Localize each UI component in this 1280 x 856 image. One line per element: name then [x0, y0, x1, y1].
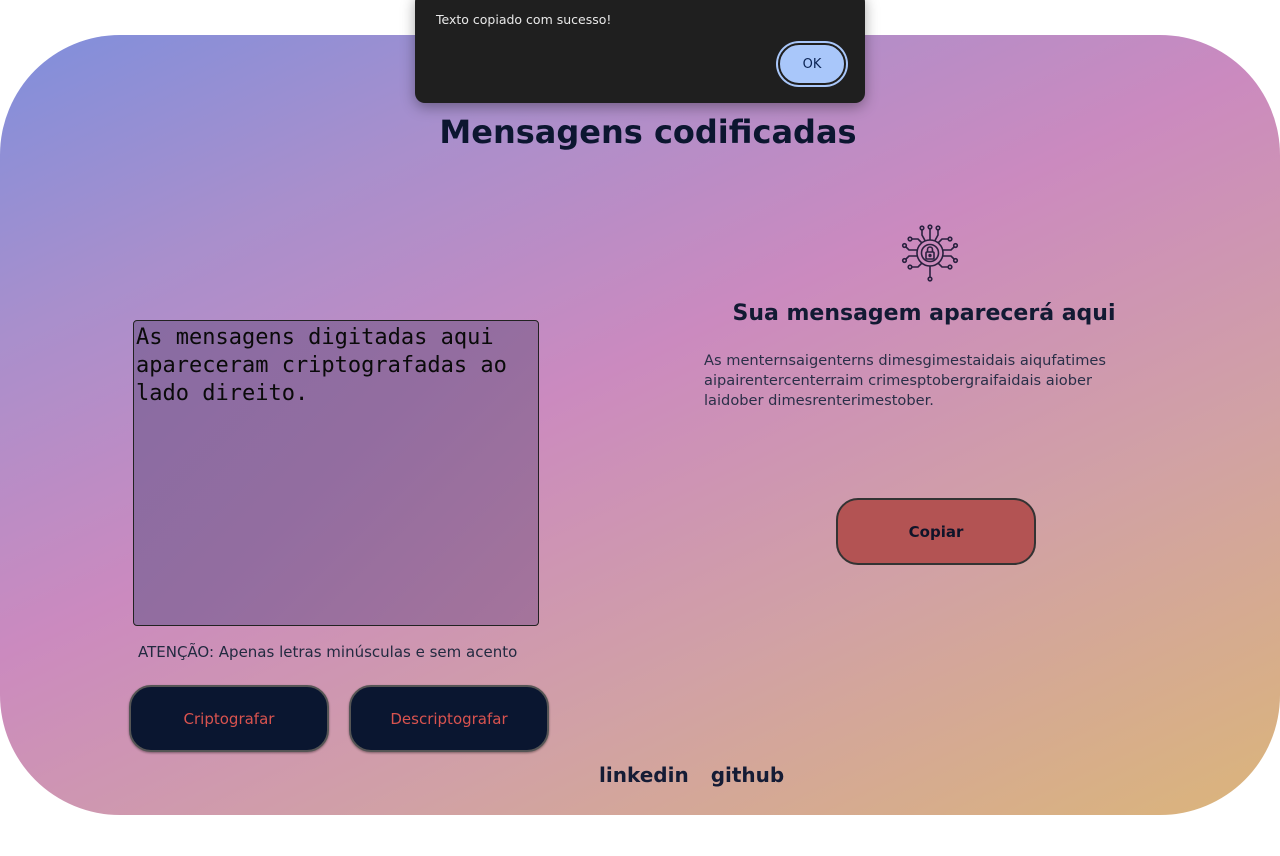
- message-input[interactable]: As mensagens digitadas aqui apareceram c…: [133, 320, 539, 626]
- warning-text: ATENÇÃO: Apenas letras minúsculas e sem …: [138, 643, 518, 661]
- copy-button[interactable]: Copiar: [836, 498, 1036, 565]
- linkedin-link[interactable]: linkedin: [599, 763, 689, 787]
- dialog-message: Texto copiado com sucesso!: [436, 12, 612, 27]
- encrypt-button[interactable]: Criptografar: [129, 685, 329, 752]
- main-card: Mensagens codificadas As mensagens digit…: [0, 35, 1280, 815]
- result-text: As menternsaigenterns dimesgimestaidais …: [704, 352, 1107, 409]
- decrypt-button[interactable]: Descriptografar: [349, 685, 549, 752]
- footer-links: linkedin github: [599, 763, 784, 787]
- circuit-lock-icon: [900, 223, 960, 283]
- dialog-ok-button[interactable]: OK: [778, 43, 846, 85]
- page-title: Mensagens codificadas: [439, 113, 857, 151]
- result-title: Sua mensagem aparecerá aqui: [732, 301, 1116, 326]
- github-link[interactable]: github: [711, 763, 785, 787]
